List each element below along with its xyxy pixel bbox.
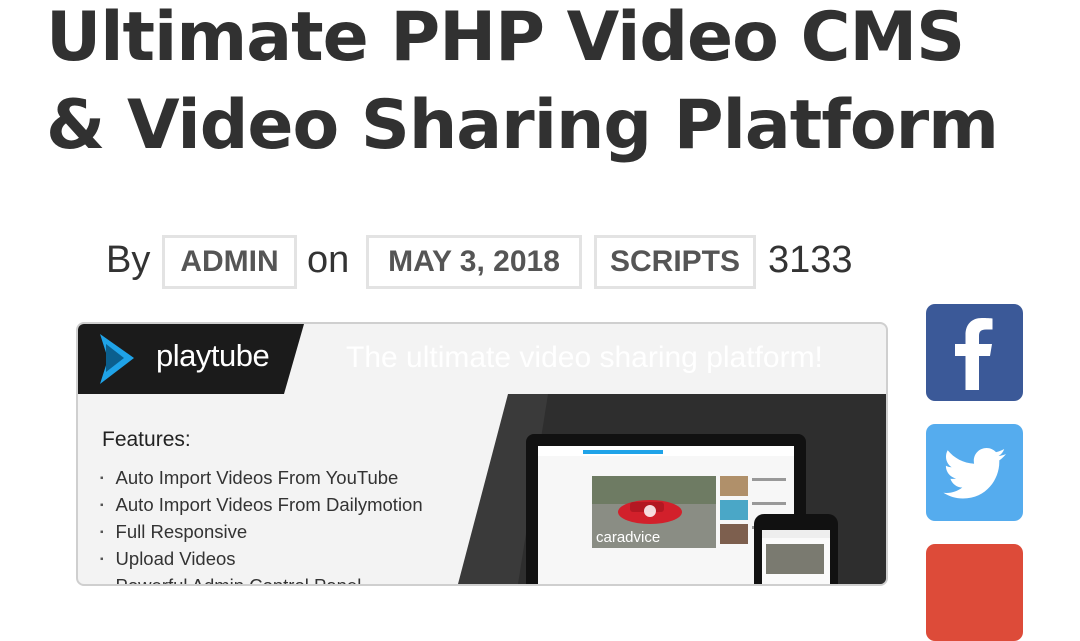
category-link[interactable]: SCRIPTS <box>594 235 756 289</box>
features-list: Auto Import Videos From YouTube Auto Imp… <box>100 466 423 584</box>
google-plus-share-button[interactable] <box>926 544 1023 641</box>
view-count: 3133 <box>768 239 853 281</box>
features-heading: Features: <box>102 428 191 451</box>
author-link[interactable]: ADMIN <box>162 235 297 289</box>
facebook-icon <box>955 318 993 390</box>
banner-brand: playtube <box>156 338 270 373</box>
post-title-line-1: Ultimate PHP Video CMS <box>46 0 965 77</box>
post-meta: By ADMIN on MAY 3, 2018 SCRIPTS 3133 <box>106 234 906 292</box>
post-title: Ultimate PHP Video CMS & Video Sharing P… <box>46 0 1066 170</box>
on-label: on <box>307 239 350 281</box>
facebook-share-button[interactable] <box>926 304 1023 401</box>
feature-item: Auto Import Videos From Dailymotion <box>100 493 423 520</box>
feature-item: Powerful Admin Control Panel <box>100 574 423 584</box>
twitter-share-button[interactable] <box>926 424 1023 521</box>
feature-item: Auto Import Videos From YouTube <box>100 466 423 493</box>
feature-item: Upload Videos <box>100 547 423 574</box>
post-title-line-2: & Video Sharing Platform <box>46 86 999 165</box>
by-label: By <box>106 239 151 281</box>
feature-item: Full Responsive <box>100 520 423 547</box>
featured-image[interactable]: playtube The ultimate video sharing plat… <box>76 322 888 586</box>
banner-tagline: The ultimate video sharing platform! <box>346 341 823 374</box>
google-plus-icon <box>926 544 1023 641</box>
date-link[interactable]: MAY 3, 2018 <box>366 235 582 289</box>
video-watermark: caradvice <box>596 529 660 546</box>
twitter-icon <box>943 448 1006 499</box>
